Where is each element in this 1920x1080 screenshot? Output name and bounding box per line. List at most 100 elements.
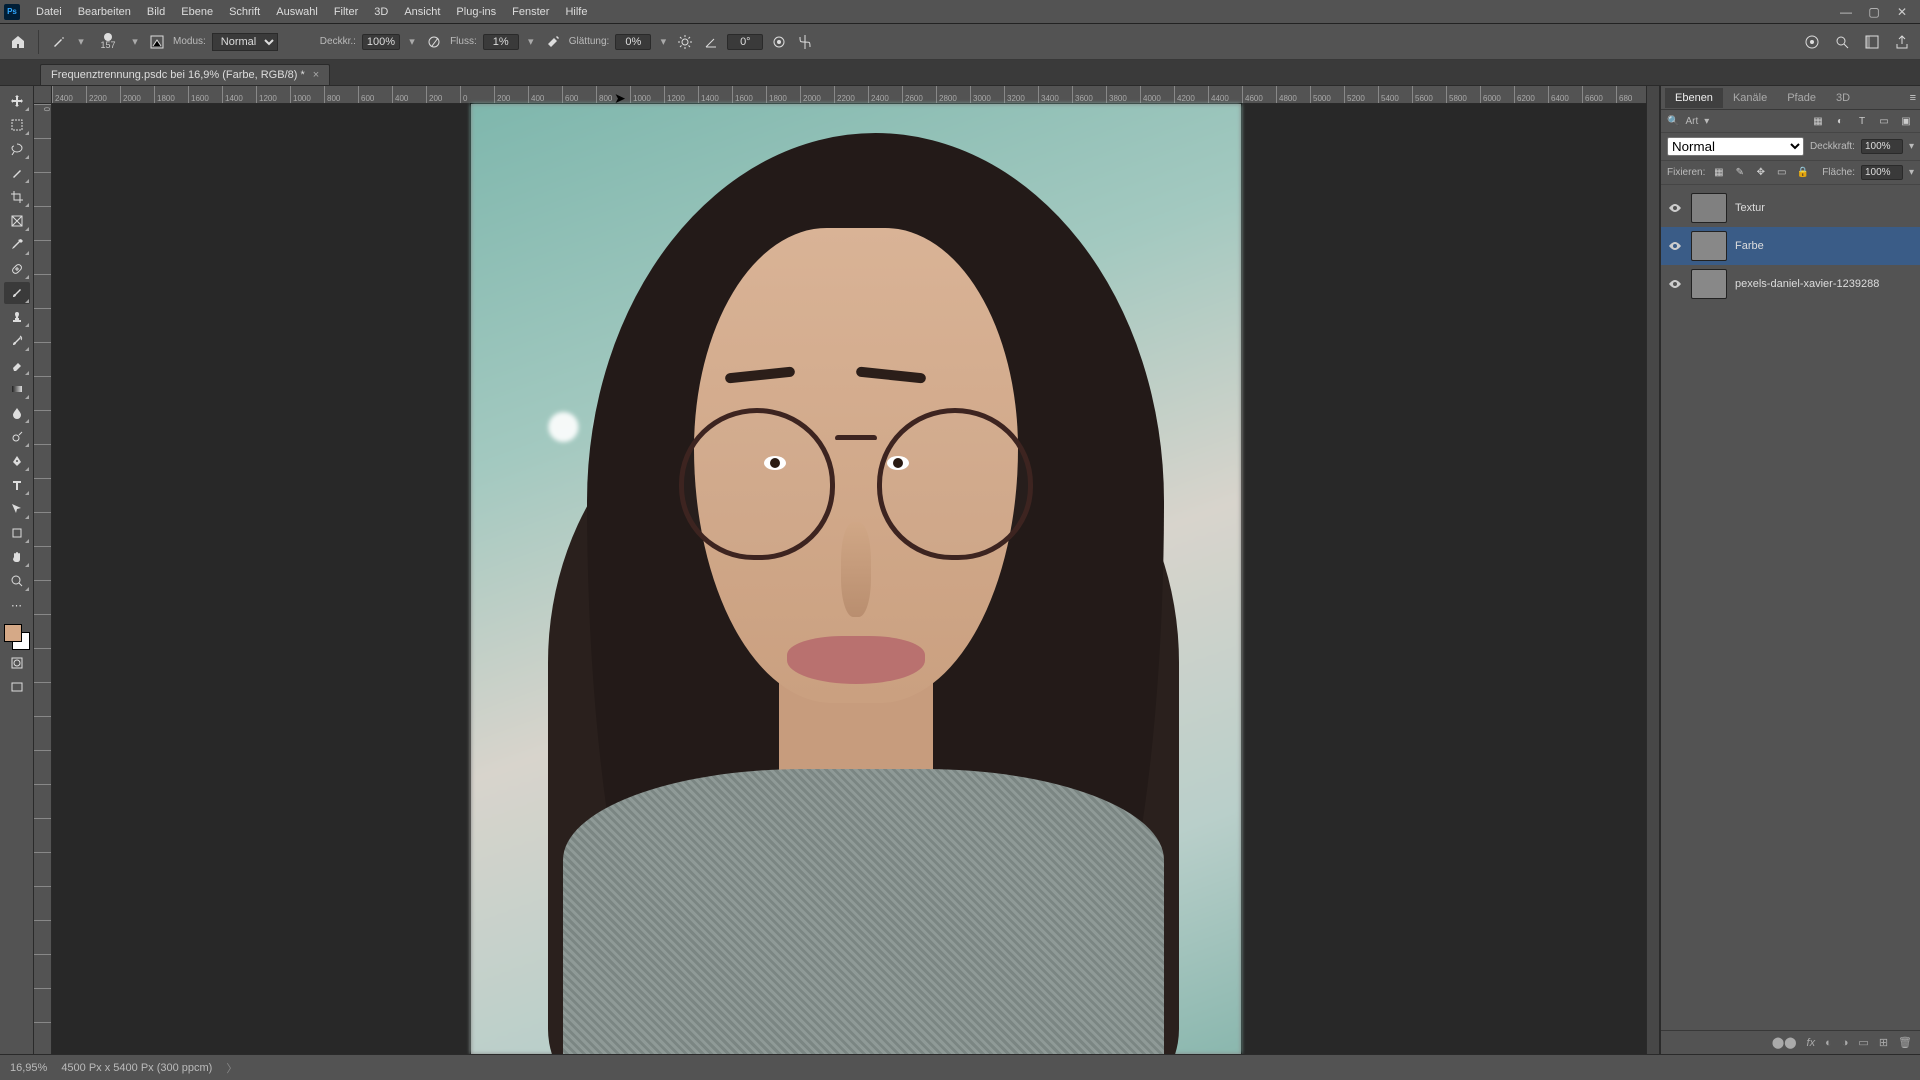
- type-tool[interactable]: [4, 474, 30, 496]
- layer-row[interactable]: Textur: [1661, 189, 1920, 227]
- move-tool[interactable]: [4, 90, 30, 112]
- brush-panel-icon[interactable]: [147, 32, 167, 52]
- heal-tool[interactable]: [4, 258, 30, 280]
- opacity-input[interactable]: 100%: [362, 34, 400, 50]
- tab-kanaele[interactable]: Kanäle: [1723, 88, 1777, 108]
- ruler-origin[interactable]: [34, 86, 52, 104]
- tool-preset-dropdown[interactable]: ▾: [75, 35, 87, 48]
- menu-3d[interactable]: 3D: [366, 6, 396, 18]
- filter-pixel-icon[interactable]: ▦: [1810, 114, 1826, 128]
- filter-adjust-icon[interactable]: ◐: [1832, 114, 1848, 128]
- menu-hilfe[interactable]: Hilfe: [557, 6, 595, 18]
- pressure-size-icon[interactable]: [769, 32, 789, 52]
- menu-bild[interactable]: Bild: [139, 6, 173, 18]
- crop-tool[interactable]: [4, 186, 30, 208]
- zoom-level[interactable]: 16,95%: [10, 1062, 47, 1074]
- screenmode-icon[interactable]: [4, 676, 30, 698]
- new-layer-icon[interactable]: ⊞: [1879, 1036, 1888, 1049]
- layer-blend-select[interactable]: Normal: [1667, 137, 1804, 156]
- mask-icon[interactable]: ◐: [1825, 1037, 1832, 1049]
- shape-tool[interactable]: [4, 522, 30, 544]
- marquee-tool[interactable]: [4, 114, 30, 136]
- color-swatches[interactable]: [4, 624, 30, 650]
- cloud-docs-icon[interactable]: [1802, 32, 1822, 52]
- filter-type-icon[interactable]: T: [1854, 114, 1870, 128]
- layer-name[interactable]: Farbe: [1735, 240, 1764, 252]
- layer-name[interactable]: pexels-daniel-xavier-1239288: [1735, 278, 1879, 290]
- tab-3d[interactable]: 3D: [1826, 88, 1860, 108]
- edit-toolbar[interactable]: ⋯: [4, 594, 30, 616]
- angle-input[interactable]: 0°: [727, 34, 763, 50]
- menu-plugins[interactable]: Plug-ins: [448, 6, 504, 18]
- smoothing-options-icon[interactable]: [675, 32, 695, 52]
- tool-preset-icon[interactable]: [49, 32, 69, 52]
- visibility-icon[interactable]: [1667, 276, 1683, 292]
- lock-position-icon[interactable]: ✥: [1753, 166, 1768, 180]
- share-icon[interactable]: [1892, 32, 1912, 52]
- gradient-tool[interactable]: [4, 378, 30, 400]
- brush-dropdown[interactable]: ▾: [129, 35, 141, 48]
- frame-tool[interactable]: [4, 210, 30, 232]
- menu-filter[interactable]: Filter: [326, 6, 366, 18]
- workspace-icon[interactable]: [1862, 32, 1882, 52]
- maximize-button[interactable]: ▢: [1860, 5, 1888, 19]
- tab-pfade[interactable]: Pfade: [1777, 88, 1826, 108]
- fx-icon[interactable]: fx: [1807, 1037, 1816, 1049]
- horizontal-ruler[interactable]: 2400220020001800160014001200100080060040…: [52, 86, 1660, 104]
- foreground-color[interactable]: [4, 624, 22, 642]
- status-flyout-icon[interactable]: 〉: [226, 1060, 237, 1076]
- menu-schrift[interactable]: Schrift: [221, 6, 268, 18]
- menu-auswahl[interactable]: Auswahl: [268, 6, 326, 18]
- visibility-icon[interactable]: [1667, 238, 1683, 254]
- brush-tool[interactable]: [4, 282, 30, 304]
- stamp-tool[interactable]: [4, 306, 30, 328]
- lasso-tool[interactable]: [4, 138, 30, 160]
- eyedropper-tool[interactable]: [4, 234, 30, 256]
- lock-artboard-icon[interactable]: ▭: [1774, 166, 1789, 180]
- fill-input[interactable]: [1861, 165, 1903, 180]
- quickmask-icon[interactable]: [4, 652, 30, 674]
- lock-transparency-icon[interactable]: ▦: [1711, 166, 1726, 180]
- wand-tool[interactable]: [4, 162, 30, 184]
- adjustment-icon[interactable]: ◑: [1842, 1037, 1849, 1049]
- doc-dimensions[interactable]: 4500 Px x 5400 Px (300 ppcm): [61, 1062, 212, 1074]
- layer-thumbnail[interactable]: [1691, 193, 1727, 223]
- menu-fenster[interactable]: Fenster: [504, 6, 557, 18]
- eraser-tool[interactable]: [4, 354, 30, 376]
- lock-all-icon[interactable]: 🔒: [1795, 166, 1810, 180]
- history-brush-tool[interactable]: [4, 330, 30, 352]
- path-tool[interactable]: [4, 498, 30, 520]
- tab-ebenen[interactable]: Ebenen: [1665, 88, 1723, 108]
- filter-dropdown[interactable]: ▾: [1704, 116, 1709, 127]
- minimize-button[interactable]: —: [1832, 5, 1860, 19]
- zoom-tool[interactable]: [4, 570, 30, 592]
- pressure-opacity-icon[interactable]: [424, 32, 444, 52]
- group-icon[interactable]: ▭: [1858, 1036, 1868, 1049]
- visibility-icon[interactable]: [1667, 200, 1683, 216]
- menu-ansicht[interactable]: Ansicht: [396, 6, 448, 18]
- collapsed-panel-dock[interactable]: [1646, 86, 1660, 1054]
- layer-row[interactable]: pexels-daniel-xavier-1239288: [1661, 265, 1920, 303]
- menu-datei[interactable]: Datei: [28, 6, 70, 18]
- blur-tool[interactable]: [4, 402, 30, 424]
- dodge-tool[interactable]: [4, 426, 30, 448]
- menu-ebene[interactable]: Ebene: [173, 6, 221, 18]
- pen-tool[interactable]: [4, 450, 30, 472]
- menu-bearbeiten[interactable]: Bearbeiten: [70, 6, 139, 18]
- layer-opacity-dropdown[interactable]: ▾: [1909, 141, 1914, 152]
- home-icon[interactable]: [8, 32, 28, 52]
- filter-smart-icon[interactable]: ▣: [1898, 114, 1914, 128]
- layer-thumbnail[interactable]: [1691, 269, 1727, 299]
- symmetry-icon[interactable]: [795, 32, 815, 52]
- delete-layer-icon[interactable]: 🗑: [1898, 1036, 1912, 1049]
- filter-shape-icon[interactable]: ▭: [1876, 114, 1892, 128]
- blend-mode-select[interactable]: Normal: [212, 33, 278, 51]
- hand-tool[interactable]: [4, 546, 30, 568]
- close-button[interactable]: ✕: [1888, 5, 1916, 19]
- smoothing-input[interactable]: 0%: [615, 34, 651, 50]
- layer-name[interactable]: Textur: [1735, 202, 1765, 214]
- close-tab-icon[interactable]: ×: [313, 69, 319, 81]
- document-canvas[interactable]: [471, 104, 1241, 1054]
- search-icon[interactable]: [1832, 32, 1852, 52]
- flow-dropdown[interactable]: ▾: [525, 35, 537, 48]
